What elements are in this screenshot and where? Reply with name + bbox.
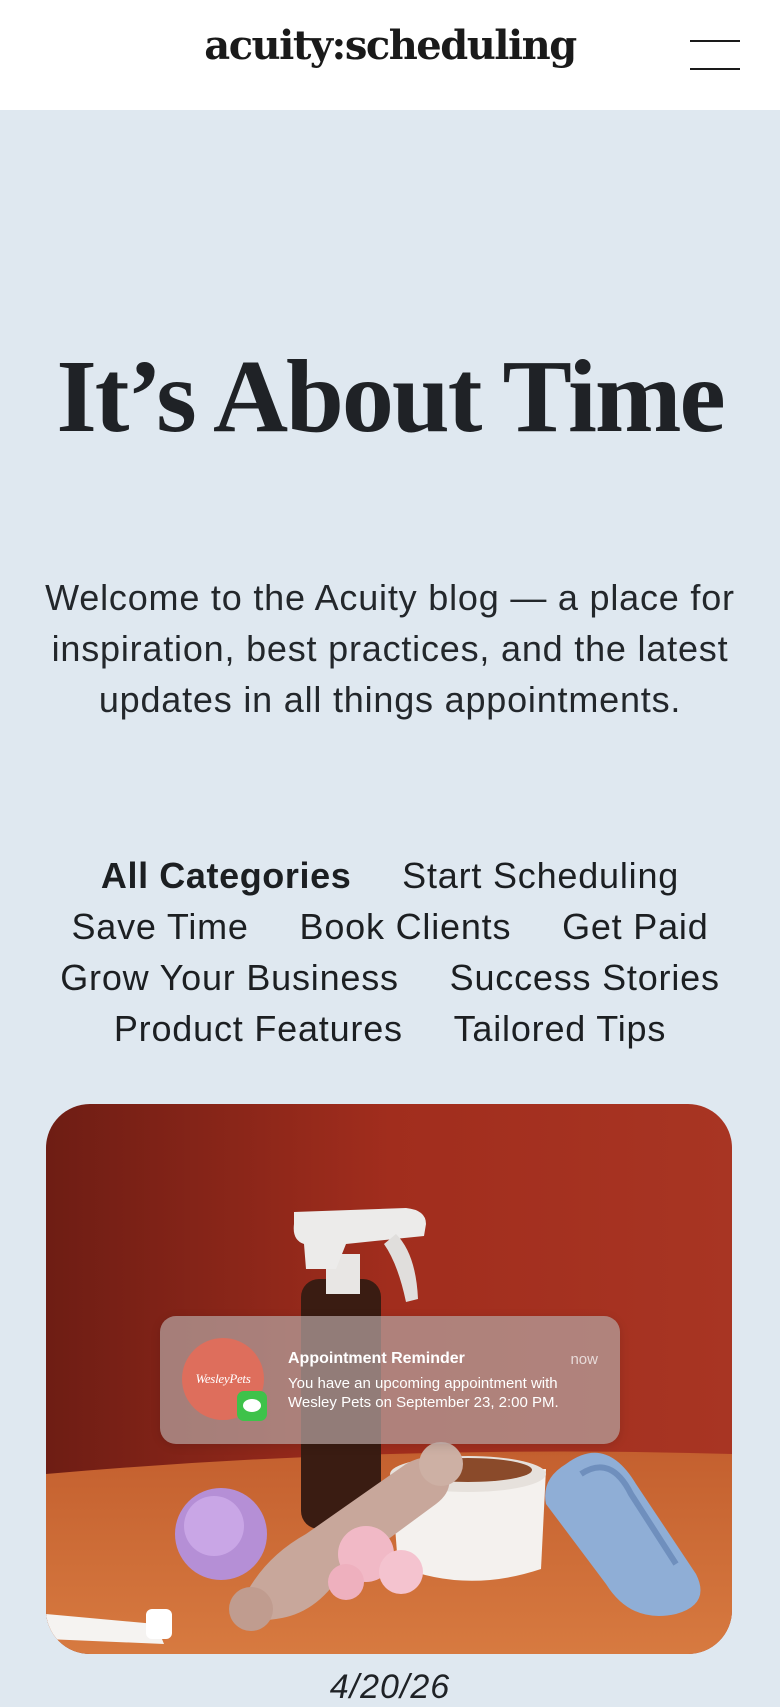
menu-bar [690, 40, 740, 42]
notification-time: now [570, 1351, 598, 1368]
category-all-categories[interactable]: All Categories [101, 855, 351, 896]
featured-post-image[interactable]: WesleyPets Appointment Reminder now You … [46, 1104, 732, 1654]
hamburger-menu-icon[interactable] [688, 38, 742, 74]
category-book-clients[interactable]: Book Clients [300, 906, 512, 947]
category-nav: All Categories Start Scheduling Save Tim… [40, 850, 740, 1054]
category-product-features[interactable]: Product Features [114, 1008, 403, 1049]
category-success-stories[interactable]: Success Stories [450, 957, 720, 998]
category-save-time[interactable]: Save Time [71, 906, 248, 947]
category-get-paid[interactable]: Get Paid [562, 906, 708, 947]
messages-icon [237, 1391, 267, 1421]
site-header: acuity:scheduling [0, 0, 780, 110]
acuity-scheduling-logo[interactable]: acuity:scheduling [0, 22, 780, 69]
category-tailored-tips[interactable]: Tailored Tips [454, 1008, 667, 1049]
menu-bar [690, 68, 740, 70]
notification-body: You have an upcoming appointment with We… [288, 1375, 559, 1411]
category-grow-your-business[interactable]: Grow Your Business [60, 957, 399, 998]
appointment-reminder-notification: WesleyPets Appointment Reminder now You … [160, 1316, 620, 1444]
page-title: It’s About Time [56, 339, 725, 454]
notification-title: Appointment Reminder [288, 1350, 465, 1367]
category-start-scheduling[interactable]: Start Scheduling [402, 855, 679, 896]
blog-intro: Welcome to the Acuity blog — a place for… [45, 577, 735, 720]
